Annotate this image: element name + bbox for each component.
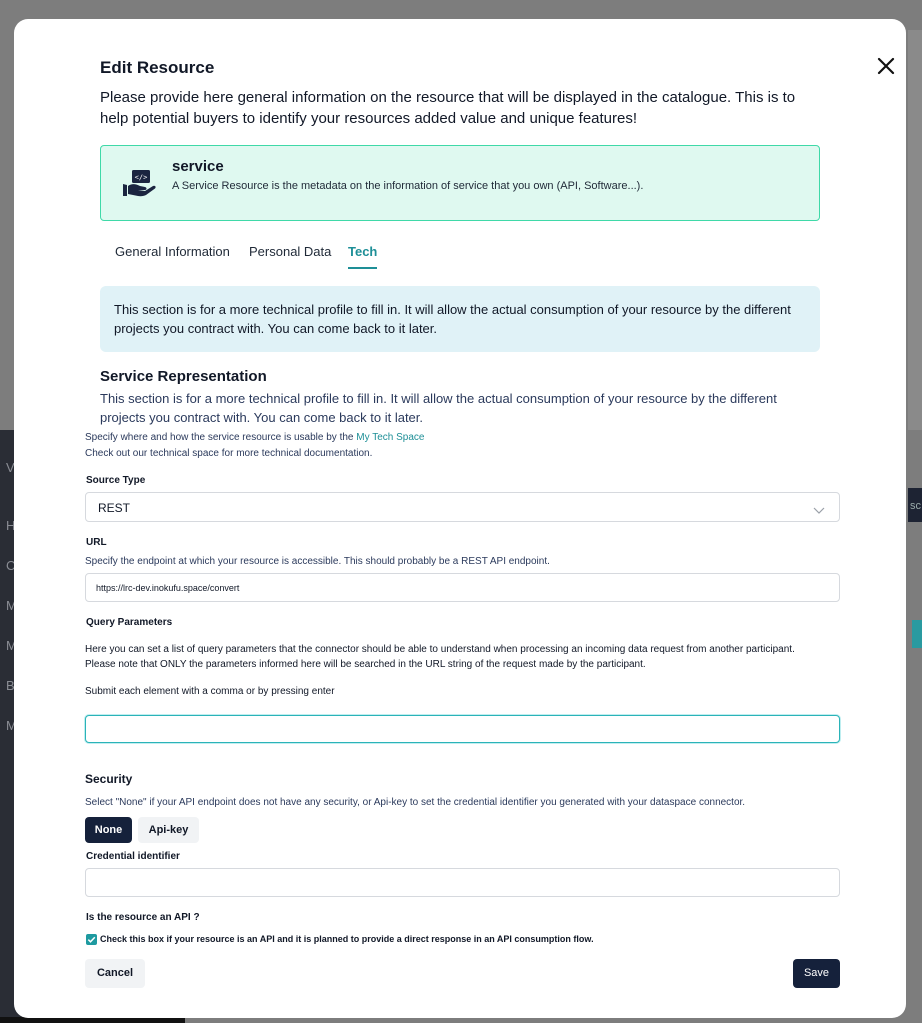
query-parameters-input[interactable] xyxy=(85,715,840,743)
url-input[interactable] xyxy=(85,573,840,602)
security-hint: Select "None" if your API endpoint does … xyxy=(85,797,746,808)
cancel-button[interactable]: Cancel xyxy=(85,959,145,988)
background-teal-tab xyxy=(912,620,922,648)
section-title: Service Representation xyxy=(100,368,267,385)
background-button-label: sc xyxy=(910,500,921,512)
resource-type-description: A Service Resource is the metadata on th… xyxy=(172,180,644,192)
url-label: URL xyxy=(86,537,107,548)
source-type-select[interactable]: REST xyxy=(85,492,840,522)
query-parameters-text-1: Here you can set a list of query paramet… xyxy=(85,644,795,655)
resource-type-card: </> service A Service Resource is the me… xyxy=(100,145,820,221)
security-title: Security xyxy=(85,772,133,786)
query-parameters-text-2: Please note that ONLY the parameters inf… xyxy=(85,659,646,670)
specify-text: Specify where and how the service resour… xyxy=(85,432,354,443)
hand-code-icon: </> xyxy=(121,168,157,198)
svg-text:</>: </> xyxy=(135,174,148,182)
api-checkbox[interactable] xyxy=(86,934,97,945)
tab-general-information[interactable]: General Information xyxy=(115,244,230,267)
security-api-key-button[interactable]: Api-key xyxy=(138,817,199,843)
api-question-label: Is the resource an API ? xyxy=(86,912,200,923)
tab-tech[interactable]: Tech xyxy=(348,244,378,269)
background-page-edge xyxy=(908,30,922,430)
close-icon[interactable] xyxy=(872,52,900,80)
query-parameters-description: Here you can set a list of query paramet… xyxy=(85,642,845,672)
query-parameters-label: Query Parameters xyxy=(86,617,173,628)
check-out-text: Check out our technical space for more t… xyxy=(85,448,373,459)
url-hint: Specify the endpoint at which your resou… xyxy=(85,556,550,567)
resource-type-name: service xyxy=(172,158,224,175)
modal-title: Edit Resource xyxy=(100,58,215,77)
tech-info-box: This section is for a more technical pro… xyxy=(100,286,820,352)
security-none-button[interactable]: None xyxy=(85,817,132,843)
source-type-label: Source Type xyxy=(86,475,146,486)
query-parameters-submit-hint: Submit each element with a comma or by p… xyxy=(85,686,335,697)
section-description: This section is for a more technical pro… xyxy=(100,391,777,425)
tech-space-note: Specify where and how the service resour… xyxy=(85,430,424,462)
chevron-down-icon xyxy=(813,502,825,520)
credential-identifier-label: Credential identifier xyxy=(86,851,180,862)
background-button: sc xyxy=(908,488,922,522)
save-button[interactable]: Save xyxy=(793,959,840,988)
modal-intro: Please provide here general information … xyxy=(100,89,796,127)
my-tech-space-link[interactable]: My Tech Space xyxy=(356,432,424,443)
api-checkbox-label: Check this box if your resource is an AP… xyxy=(100,934,594,944)
credential-identifier-input[interactable] xyxy=(85,868,840,897)
tab-personal-data[interactable]: Personal Data xyxy=(249,244,331,267)
source-type-value: REST xyxy=(98,501,131,515)
